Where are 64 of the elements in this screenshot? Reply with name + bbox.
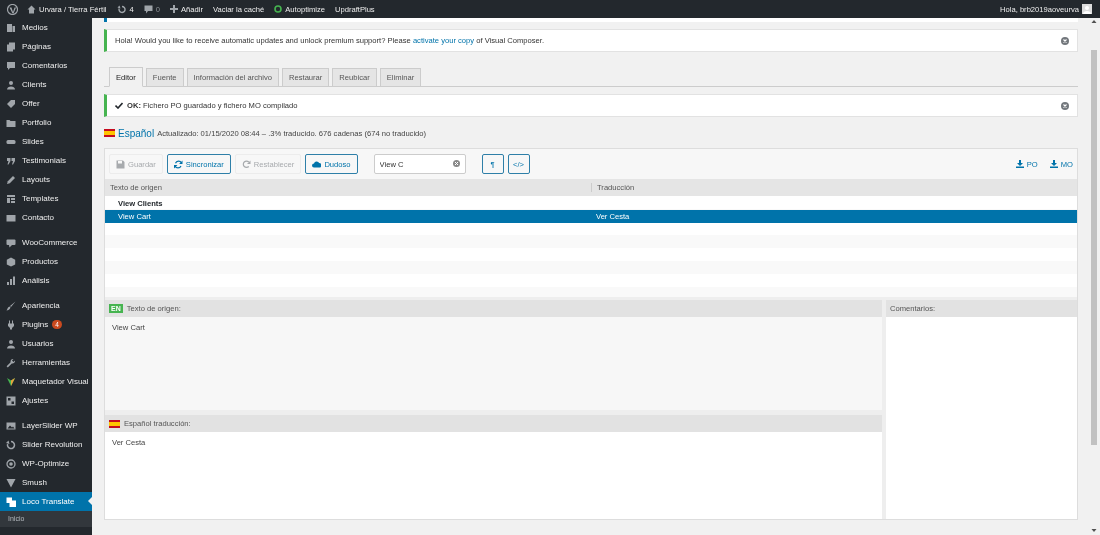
sidebar-item[interactable]: Productos bbox=[0, 252, 92, 271]
floppy-icon bbox=[116, 159, 125, 169]
person-icon bbox=[6, 338, 16, 349]
comments-field[interactable] bbox=[886, 317, 1077, 519]
status-ring-icon bbox=[274, 5, 283, 13]
box-icon bbox=[6, 256, 16, 267]
translate-icon bbox=[6, 496, 16, 507]
home-icon bbox=[27, 4, 36, 14]
cloud-icon bbox=[312, 159, 322, 169]
sidebar-item[interactable]: Herramientas bbox=[0, 353, 92, 372]
undo-icon bbox=[241, 159, 251, 169]
sidebar-item[interactable]: Medios bbox=[0, 18, 92, 37]
sidebar-item[interactable]: Smush bbox=[0, 473, 92, 492]
media-icon bbox=[6, 22, 16, 33]
wordpress-logo-icon[interactable] bbox=[7, 3, 18, 15]
person-icon bbox=[6, 79, 16, 90]
sidebar-item[interactable]: Offer bbox=[0, 94, 92, 113]
sidebar-item[interactable]: WP-Optimize bbox=[0, 454, 92, 473]
image-icon bbox=[6, 420, 16, 431]
plus-icon bbox=[170, 5, 178, 13]
page-icon bbox=[6, 41, 16, 52]
sidebar-item[interactable]: Contacto bbox=[0, 208, 92, 227]
sidebar-item[interactable]: Portfolio bbox=[0, 113, 92, 132]
sidebar-item[interactable]: Páginas bbox=[0, 37, 92, 56]
clear-icon[interactable] bbox=[452, 160, 460, 167]
comment-icon bbox=[143, 4, 153, 14]
sidebar-item[interactable]: Ajustes bbox=[0, 391, 92, 410]
sidebar-item[interactable]: Loco Translate bbox=[0, 492, 92, 511]
sidebar-item[interactable]: Layouts bbox=[0, 170, 92, 189]
sidebar-item[interactable]: Apariencia bbox=[0, 296, 92, 315]
leaf-icon bbox=[6, 376, 16, 387]
spain-flag-icon bbox=[109, 419, 120, 428]
close-icon[interactable] bbox=[1061, 36, 1069, 45]
refresh-icon bbox=[6, 439, 16, 450]
tag-icon bbox=[6, 98, 16, 109]
download-icon bbox=[1015, 160, 1024, 168]
grid-icon bbox=[6, 193, 16, 204]
spain-flag-icon bbox=[104, 129, 115, 137]
refresh-icon bbox=[116, 4, 127, 14]
sidebar-item[interactable]: WooCommerce bbox=[0, 233, 92, 252]
plug-icon bbox=[6, 319, 16, 330]
sidebar-item[interactable]: Slides bbox=[0, 132, 92, 151]
check-icon bbox=[115, 102, 123, 109]
language-link[interactable]: Español bbox=[118, 127, 155, 139]
sidebar-item[interactable]: Slider Revolution bbox=[0, 435, 92, 454]
sidebar-item[interactable]: Clients bbox=[0, 75, 92, 94]
pencil-icon bbox=[6, 174, 16, 185]
wrench-icon bbox=[6, 357, 16, 368]
sidebar-item[interactable]: Análisis bbox=[0, 271, 92, 290]
sidebar-item[interactable]: LayerSlider WP bbox=[0, 416, 92, 435]
quote-icon bbox=[6, 155, 16, 166]
close-icon[interactable] bbox=[1061, 101, 1069, 110]
sync-icon bbox=[173, 159, 183, 169]
sidebar-item[interactable]: Maquetador Visual bbox=[0, 372, 92, 391]
comment-icon bbox=[6, 60, 16, 71]
sidebar-item[interactable]: Templates bbox=[0, 189, 92, 208]
sidebar-item[interactable]: Comentarios bbox=[0, 56, 92, 75]
bar-chart-icon bbox=[6, 275, 16, 286]
sidebar-item[interactable]: Usuarios bbox=[0, 334, 92, 353]
sidebar-item[interactable]: Testimonials bbox=[0, 151, 92, 170]
download-icon bbox=[1049, 160, 1058, 168]
brush-icon bbox=[6, 300, 16, 311]
folder-icon bbox=[6, 117, 16, 128]
avatar-icon bbox=[1082, 4, 1092, 14]
